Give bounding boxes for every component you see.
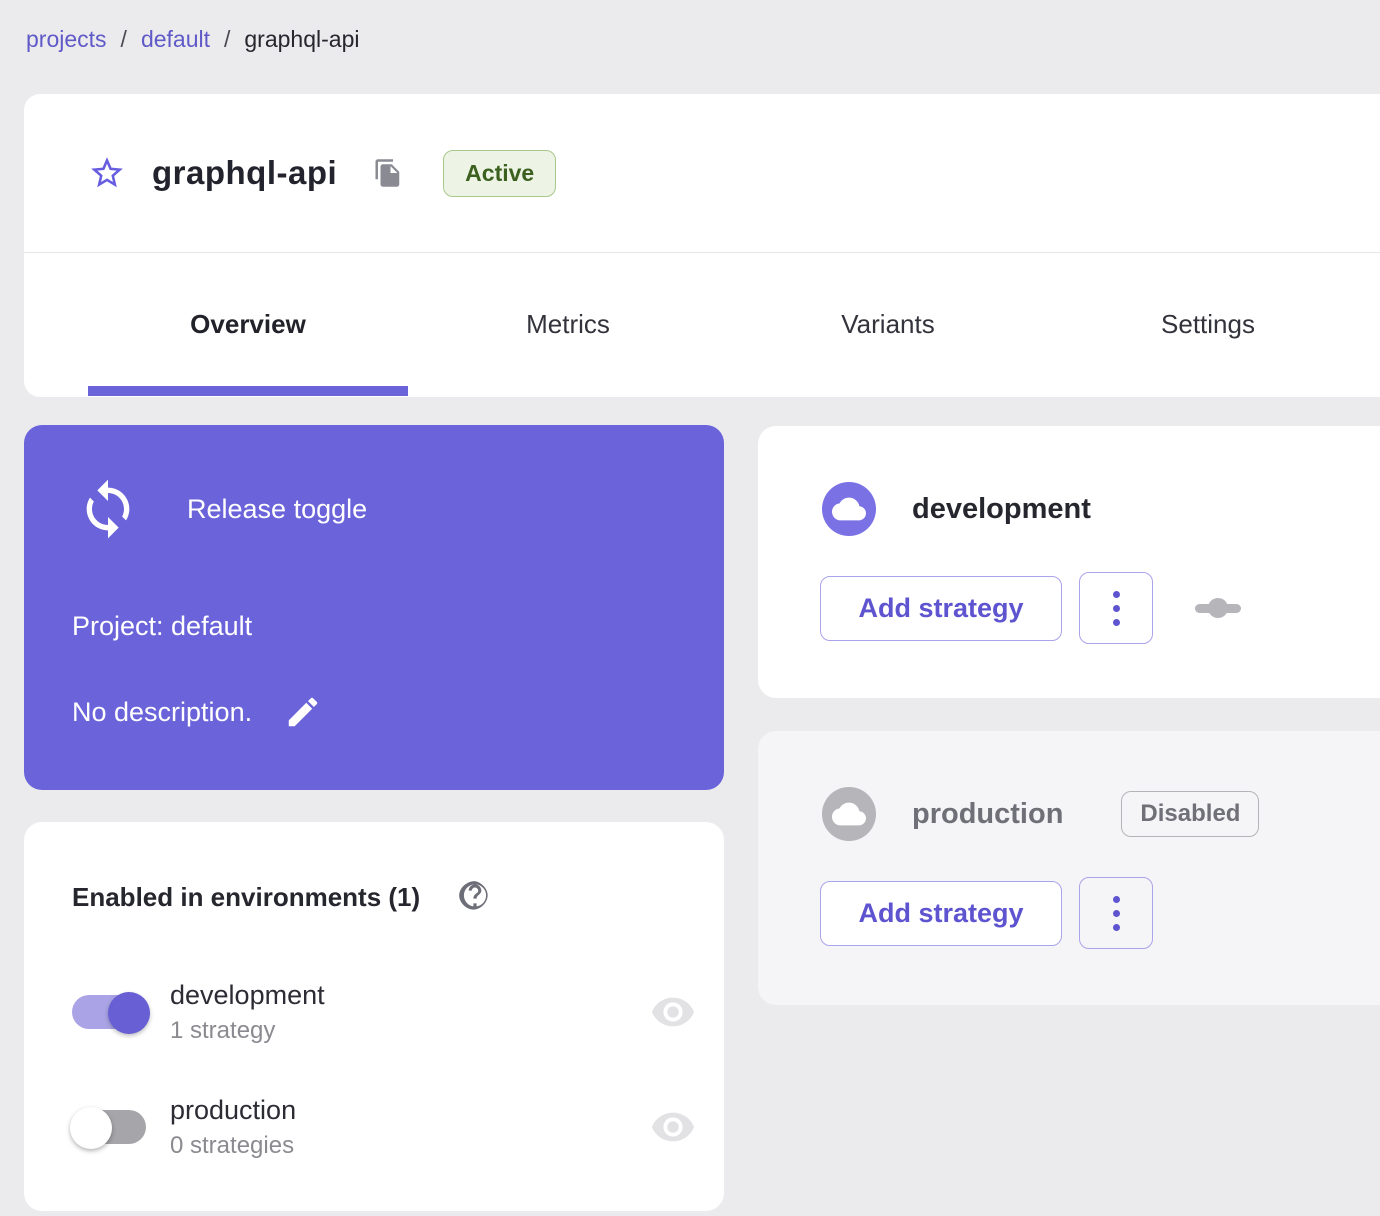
- page-title: graphql-api: [152, 154, 338, 191]
- environment-card-production: production Disabled Add strategy: [758, 731, 1380, 1005]
- environment-row-text: development 1 strategy: [170, 980, 325, 1045]
- sync-icon: [76, 477, 140, 541]
- kebab-menu-icon[interactable]: [1079, 572, 1153, 644]
- cloud-icon: [822, 787, 876, 841]
- help-icon[interactable]: [456, 878, 494, 916]
- breadcrumb-separator: /: [120, 26, 127, 52]
- description-row: No description.: [72, 693, 322, 731]
- environment-row-production: production 0 strategies: [70, 1085, 724, 1169]
- panel-title: Enabled in environments (1): [72, 881, 421, 912]
- environment-name: development: [170, 979, 325, 1010]
- environment-card-development: development Add strategy: [758, 426, 1380, 698]
- panel-title-row: Enabled in environments (1): [72, 878, 494, 916]
- environment-row-text: production 0 strategies: [170, 1095, 296, 1160]
- copy-icon[interactable]: [373, 158, 403, 188]
- add-strategy-button[interactable]: Add strategy: [820, 880, 1062, 946]
- strategy-slider-icon: [1195, 598, 1241, 618]
- environment-card-header: production Disabled: [758, 731, 1380, 841]
- environment-card-header: development: [758, 426, 1380, 536]
- breadcrumb-projects-link[interactable]: projects: [26, 26, 107, 53]
- environment-card-actions: Add strategy: [820, 572, 1241, 644]
- disabled-badge: Disabled: [1121, 791, 1260, 837]
- environment-card-name: production: [912, 797, 1064, 830]
- breadcrumb: projects / default / graphql-api: [26, 26, 359, 53]
- cloud-icon: [822, 482, 876, 536]
- tab-settings[interactable]: Settings: [1048, 253, 1368, 396]
- environment-name: production: [170, 1094, 297, 1125]
- development-toggle-switch[interactable]: [72, 990, 150, 1034]
- description-label: No description.: [72, 696, 253, 727]
- feature-header-card: graphql-api Active Overview Metrics Vari…: [24, 94, 1380, 397]
- switch-thumb: [70, 1107, 112, 1149]
- kebab-menu-icon[interactable]: [1079, 877, 1153, 949]
- release-card-header: Release toggle: [24, 425, 724, 541]
- tab-variants[interactable]: Variants: [728, 253, 1048, 396]
- environment-card-actions: Add strategy: [820, 877, 1153, 949]
- environment-row-development: development 1 strategy: [72, 970, 724, 1054]
- status-badge: Active: [443, 149, 557, 197]
- tab-bar: Overview Metrics Variants Settings: [24, 253, 1380, 396]
- tab-metrics[interactable]: Metrics: [408, 253, 728, 396]
- release-toggle-card: Release toggle Project: default No descr…: [24, 425, 724, 790]
- eye-icon[interactable]: [650, 1104, 696, 1150]
- feature-title-row: graphql-api Active: [24, 94, 1380, 252]
- eye-icon[interactable]: [650, 989, 696, 1035]
- edit-description-pencil-icon[interactable]: [284, 693, 322, 731]
- project-label: Project: default: [72, 611, 253, 641]
- breadcrumb-separator: /: [224, 26, 231, 52]
- add-strategy-button[interactable]: Add strategy: [820, 575, 1062, 641]
- environment-card-name: development: [912, 492, 1091, 525]
- strategy-count: 1 strategy: [170, 1016, 276, 1044]
- switch-thumb: [108, 992, 150, 1034]
- strategy-count: 0 strategies: [170, 1131, 295, 1159]
- active-tab-indicator: [88, 386, 408, 396]
- toggle-type-label: Release toggle: [187, 493, 368, 524]
- favorite-star-icon[interactable]: [88, 154, 126, 192]
- breadcrumb-current: graphql-api: [244, 26, 360, 52]
- tab-overview[interactable]: Overview: [88, 253, 408, 396]
- breadcrumb-default-link[interactable]: default: [141, 26, 210, 53]
- enabled-environments-panel: Enabled in environments (1) development …: [24, 822, 724, 1211]
- production-toggle-switch[interactable]: [70, 1105, 148, 1149]
